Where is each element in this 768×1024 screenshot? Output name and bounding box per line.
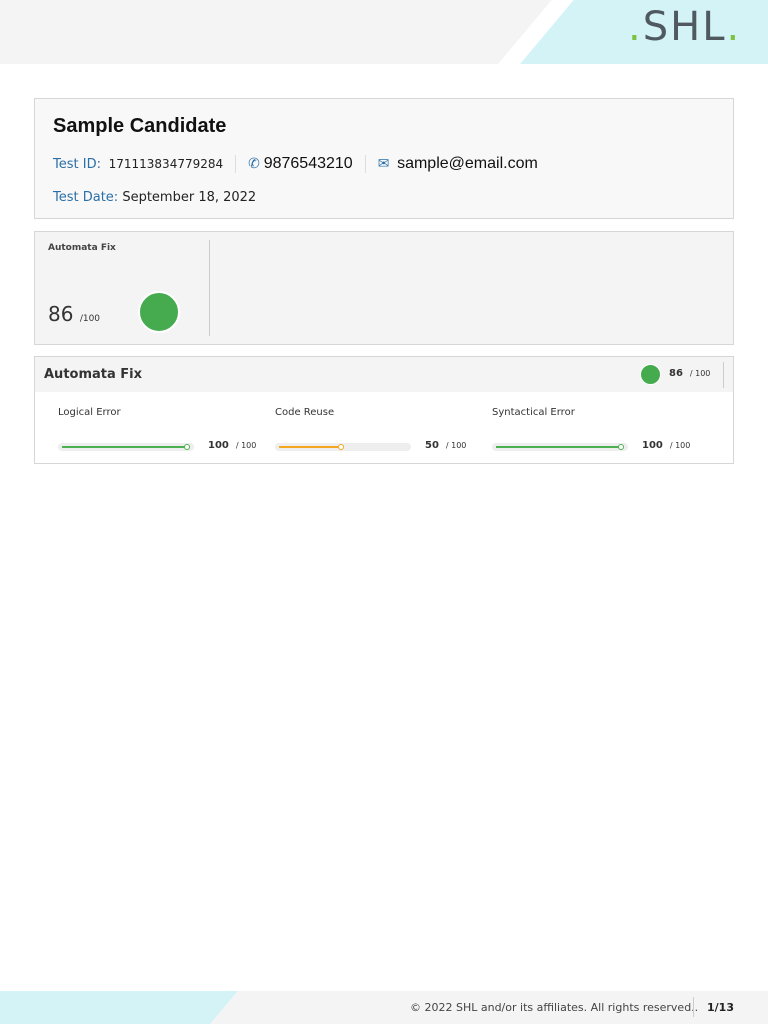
skill-progress-bar [492, 443, 628, 451]
summary-title: Automata Fix [48, 243, 116, 253]
skill-score: 100 / 100 [642, 440, 691, 451]
skill-item: Logical Error 100 / 100 [58, 407, 268, 451]
email-icon: ✉ [377, 156, 390, 172]
candidate-card: Sample Candidate Test ID: 17111383477928… [34, 98, 734, 219]
candidate-name: Sample Candidate [53, 115, 227, 137]
skill-progress-bar [58, 443, 194, 451]
phone: 9876543210 [263, 155, 353, 172]
page-footer: © 2022 SHL and/or its affiliates. All ri… [0, 991, 768, 1024]
skill-name: Logical Error [58, 407, 121, 418]
skill-item: Syntactical Error 100 / 100 [492, 407, 702, 451]
skill-score: 100 / 100 [208, 440, 257, 451]
section-title: Automata Fix [44, 367, 143, 382]
skill-progress-bar [275, 443, 411, 451]
test-date: September 18, 2022 [122, 190, 257, 205]
skill-item: Code Reuse 50 / 100 [275, 407, 485, 451]
test-id: 171113834779284 [108, 157, 224, 171]
summary-card: Automata Fix 86 /100 [34, 231, 734, 345]
phone-icon: ✆ [248, 156, 260, 172]
test-id-label: Test ID: [53, 156, 101, 172]
test-date-label: Test Date: [53, 190, 119, 205]
section-score: 86 / 100 [669, 368, 711, 379]
score-indicator-icon [138, 291, 180, 333]
email: sample@email.com [397, 155, 538, 172]
skill-score: 50 / 100 [425, 440, 467, 451]
section-card: Automata Fix 86 / 100 Logical Error 100 … [34, 356, 734, 464]
section-score-indicator-icon [640, 364, 661, 385]
summary-score: 86 /100 [48, 302, 101, 326]
page-number: 1/13 [707, 1001, 734, 1014]
skill-name: Syntactical Error [492, 407, 575, 418]
page-header: .SHL. [0, 0, 768, 64]
skill-name: Code Reuse [275, 407, 335, 418]
copyright: © 2022 SHL and/or its affiliates. All ri… [410, 1001, 699, 1014]
shl-logo: .SHL. [628, 4, 742, 50]
